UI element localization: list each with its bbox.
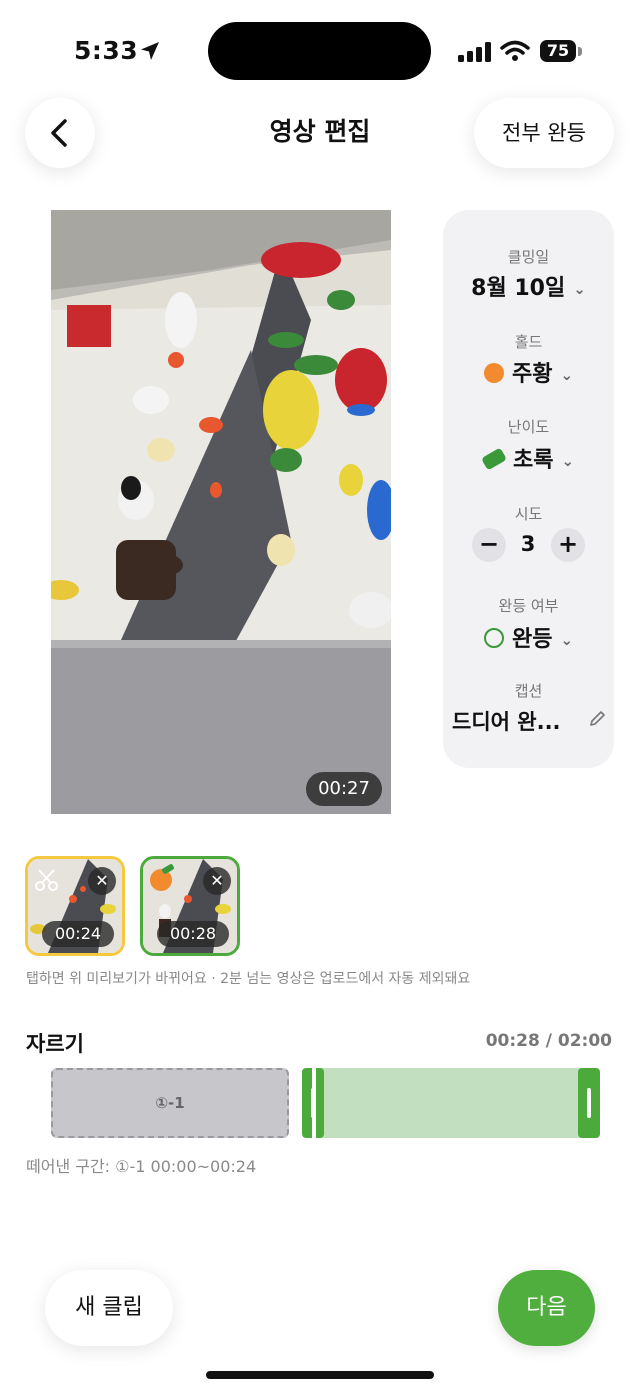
remove-clip-button[interactable]: ✕ xyxy=(88,867,116,895)
dynamic-island xyxy=(208,22,431,80)
clip-thumbnail[interactable]: ✕ 00:24 xyxy=(25,856,125,956)
attempts-decrement-button[interactable]: − xyxy=(472,528,506,562)
send-status-value: 완등 xyxy=(511,627,553,652)
attempts-increment-button[interactable]: + xyxy=(551,528,585,562)
next-button[interactable]: 다음 xyxy=(498,1270,595,1346)
trim-section-title: 자르기 xyxy=(26,1032,84,1056)
hold-select[interactable]: 주황 ⌄ xyxy=(443,356,614,388)
hold-value: 주황 xyxy=(511,362,553,387)
clip-thumbnail[interactable]: ✕ 00:28 xyxy=(140,856,240,956)
send-status-select[interactable]: 완등 ⌄ xyxy=(443,621,614,653)
clip-info-panel: 클밍일 8월 10일 ⌄ 홀드 주황 ⌄ 난이도 초록 ⌄ 시도 − 3 + 완등 여… xyxy=(443,210,614,768)
remove-clip-button[interactable]: ✕ xyxy=(203,867,231,895)
clip-duration: 00:24 xyxy=(42,921,114,947)
video-duration-badge: 00:27 xyxy=(306,772,382,806)
send-status-label: 완등 여부 xyxy=(498,597,559,615)
chevron-down-icon: ⌄ xyxy=(560,366,574,384)
new-clip-button[interactable]: 새 클립 xyxy=(45,1270,173,1346)
date-value: 8월 10일 xyxy=(471,276,566,301)
chevron-down-icon: ⌄ xyxy=(573,280,586,298)
status-time: 5:33 xyxy=(74,36,139,65)
signal-icon xyxy=(458,42,491,62)
chevron-down-icon: ⌄ xyxy=(560,631,574,649)
date-label: 클밍일 xyxy=(507,248,550,266)
hold-label: 홀드 xyxy=(514,333,543,351)
clip-duration: 00:28 xyxy=(157,921,229,947)
caption-label: 캡션 xyxy=(514,682,543,700)
chevron-down-icon: ⌄ xyxy=(561,452,575,470)
battery-indicator: 75 xyxy=(540,40,576,62)
battery-tip xyxy=(578,47,582,56)
scissors-icon xyxy=(35,869,58,891)
helper-text: 탭하면 위 미리보기가 바뀌어요 · 2분 넘는 영상은 업로드에서 자동 제외… xyxy=(26,971,471,987)
hold-color-dot xyxy=(483,363,504,383)
pencil-icon[interactable] xyxy=(588,710,606,728)
removed-range-info: 떼어낸 구간: ①-1 00:00~00:24 xyxy=(26,1157,257,1176)
trim-start-divider xyxy=(312,1068,316,1138)
orange-hold-icon xyxy=(150,864,174,891)
caption-value[interactable]: 드디어 완... xyxy=(452,706,561,736)
grade-label: 난이도 xyxy=(507,418,550,436)
kept-segment[interactable] xyxy=(302,1068,600,1138)
grade-color-swatch xyxy=(480,447,507,471)
attempts-value: 3 xyxy=(520,532,536,556)
location-arrow-icon xyxy=(141,42,159,60)
all-send-button[interactable]: 전부 완등 xyxy=(474,98,614,168)
grade-select[interactable]: 초록 ⌄ xyxy=(443,442,614,474)
removed-segment[interactable]: ①-1 xyxy=(51,1068,289,1138)
grade-value: 초록 xyxy=(512,448,554,473)
video-preview[interactable]: 00:27 xyxy=(51,210,391,814)
circle-outline-icon xyxy=(483,628,504,648)
trim-end-handle[interactable] xyxy=(578,1068,600,1138)
climbing-wall-image xyxy=(51,210,391,814)
wifi-icon xyxy=(500,40,530,61)
date-select[interactable]: 8월 10일 ⌄ xyxy=(443,270,614,302)
attempts-label: 시도 xyxy=(514,505,543,523)
home-indicator xyxy=(206,1371,434,1379)
trim-counter: 00:28 / 02:00 xyxy=(485,1031,612,1051)
